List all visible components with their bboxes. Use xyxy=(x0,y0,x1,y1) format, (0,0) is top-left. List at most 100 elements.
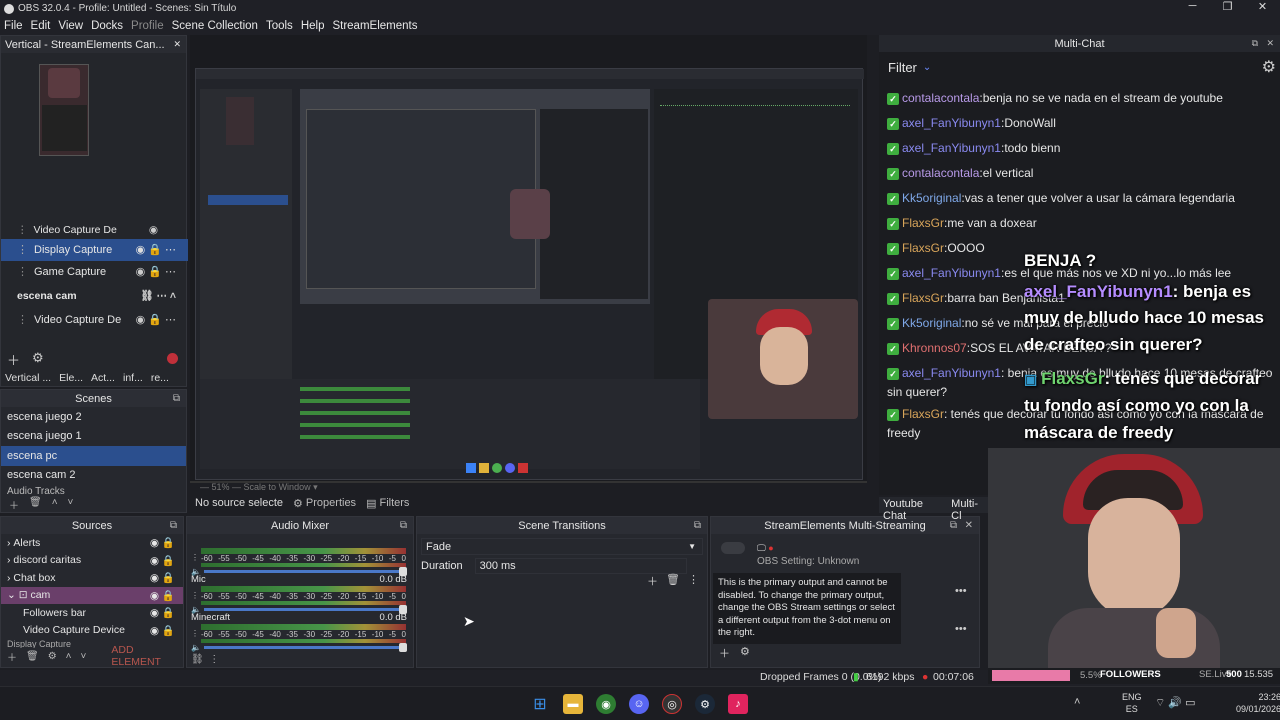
menu-view[interactable]: View xyxy=(54,20,87,32)
remove-icon[interactable]: 🗑 xyxy=(666,573,680,589)
source-item[interactable]: Video Capture Device ◉ 🔒 xyxy=(1,622,183,640)
list-item[interactable]: ⋮ Video Capture De ◉ xyxy=(1,221,188,239)
discord-icon[interactable]: ☺ xyxy=(629,694,649,714)
tab-re[interactable]: re... xyxy=(147,370,173,387)
wifi-icon[interactable]: ⌔ 🔊 ▭ xyxy=(1155,696,1196,710)
add-element-button[interactable]: ADD ELEMENT xyxy=(111,644,183,668)
chevron-up-icon[interactable]: ˄ xyxy=(1074,696,1080,708)
filters-button[interactable]: ▤ Filters xyxy=(366,497,409,510)
gear-icon[interactable]: ⋮ xyxy=(191,591,199,600)
tab-activity[interactable]: Act... xyxy=(87,370,119,387)
menu-docks[interactable]: Docks xyxy=(87,20,127,32)
gear-icon[interactable]: ⋮ xyxy=(191,553,199,562)
menu-streamelements[interactable]: StreamElements xyxy=(328,20,421,32)
chevron-up-icon[interactable]: ˄ xyxy=(66,651,72,662)
eye-icon[interactable]: ◉ 🔒 xyxy=(150,589,175,602)
source-item[interactable]: › Chat box ◉ 🔒 xyxy=(1,569,183,587)
menu-icon[interactable]: ••• xyxy=(955,623,967,635)
list-item[interactable]: escena cam ⛓ ⋯ ˄ xyxy=(1,283,188,309)
file-explorer-icon[interactable]: ▬ xyxy=(563,694,583,714)
chat-username[interactable]: axel_FanYibunyn1 xyxy=(902,111,1001,136)
scene-item[interactable]: escena juego 1 xyxy=(1,427,186,447)
close-icon[interactable]: ✕ xyxy=(1245,0,1280,13)
preview-area[interactable]: — 51% — Scale to Window ▾ xyxy=(190,35,867,492)
link-icon[interactable]: ⛓ ⋯ ˄ xyxy=(140,289,176,302)
tab-info[interactable]: inf... xyxy=(119,370,147,387)
scene-item[interactable]: escena pc xyxy=(1,446,186,466)
source-item[interactable]: Followers bar ◉ 🔒 xyxy=(1,604,183,622)
slider-handle[interactable] xyxy=(398,643,407,652)
add-icon[interactable]: ＋ xyxy=(7,649,17,664)
chat-username[interactable]: Khronnos07 xyxy=(902,336,967,361)
undock-icon[interactable]: ⧉ xyxy=(170,520,177,531)
volume-slider[interactable] xyxy=(203,567,407,576)
obs-icon[interactable]: ◎ xyxy=(662,694,682,714)
gear-icon[interactable]: ⚙ xyxy=(1262,57,1276,77)
chevron-down-icon[interactable]: ˅ xyxy=(68,497,74,512)
gear-icon[interactable]: ⋮ xyxy=(191,629,199,638)
menu-edit[interactable]: Edit xyxy=(27,20,55,32)
properties-button[interactable]: ⚙ Properties xyxy=(293,497,356,510)
chat-username[interactable]: FlaxsGr xyxy=(902,286,944,311)
menu-profile[interactable]: Profile xyxy=(127,20,168,32)
chat-username[interactable]: contalacontala xyxy=(902,86,979,111)
chevron-down-icon[interactable]: ⌄ xyxy=(923,62,931,73)
link-icon[interactable]: ⛓ xyxy=(191,654,204,665)
add-icon[interactable]: ＋ xyxy=(7,350,20,369)
tiktok-icon[interactable]: ♪ xyxy=(728,694,748,714)
menu-help[interactable]: Help xyxy=(297,20,329,32)
clock[interactable]: 23:26 09/01/2026 xyxy=(1236,691,1280,715)
eye-icon[interactable]: ◉ xyxy=(149,224,158,236)
chat-username[interactable]: axel_FanYibunyn1 xyxy=(902,261,1001,286)
volume-slider[interactable] xyxy=(203,605,407,614)
chat-username[interactable]: Kk5original xyxy=(902,186,961,211)
scene-item[interactable]: escena juego 2 xyxy=(1,407,186,427)
scale-mode[interactable]: Scale to Window xyxy=(244,482,311,492)
chat-username[interactable]: FlaxsGr xyxy=(902,407,944,421)
eye-icon[interactable]: ◉ 🔒 xyxy=(150,624,175,637)
source-item-selected[interactable]: ⌄ ⊡ cam ◉ 🔒 xyxy=(1,586,183,604)
transition-select[interactable]: Fade ▼ xyxy=(421,538,703,555)
maximize-icon[interactable]: ❐ xyxy=(1210,0,1245,13)
chat-username[interactable]: contalacontala xyxy=(902,161,979,186)
source-item[interactable]: › Alerts ◉ 🔒 xyxy=(1,534,183,552)
chat-username[interactable]: axel_FanYibunyn1 xyxy=(902,366,1001,380)
eye-icon[interactable]: ◉ 🔒 xyxy=(150,554,175,567)
undock-icon[interactable]: ⧉ xyxy=(1252,38,1258,49)
list-item[interactable]: ⋮ Display Capture ◉ 🔒 ⋯ xyxy=(1,238,188,261)
eye-icon[interactable]: ◉ 🔒 ⋯ xyxy=(136,265,176,278)
chevron-up-icon[interactable]: ˄ xyxy=(52,497,58,512)
add-icon[interactable]: ＋ xyxy=(647,573,658,589)
add-icon[interactable]: ＋ xyxy=(9,497,19,512)
scene-item[interactable]: Audio Tracks xyxy=(1,485,186,497)
toggle-switch[interactable] xyxy=(721,542,745,554)
close-icon[interactable]: ✕ xyxy=(173,39,181,50)
chat-username[interactable]: Kk5original xyxy=(902,311,961,336)
speaker-icon[interactable]: 🔈 xyxy=(191,643,201,652)
volume-slider[interactable] xyxy=(203,643,407,652)
source-item[interactable]: › discord caritas ◉ 🔒 xyxy=(1,552,183,570)
chevron-down-icon[interactable]: ˅ xyxy=(81,651,87,662)
filter-label[interactable]: Filter xyxy=(888,60,917,75)
list-item[interactable]: ⋮ Game Capture ◉ 🔒 ⋯ xyxy=(1,261,188,283)
remove-icon[interactable]: 🗑 xyxy=(29,497,42,512)
close-icon[interactable]: ✕ xyxy=(965,520,973,531)
tab-vertical[interactable]: Vertical ... xyxy=(1,370,55,387)
gear-icon[interactable]: ⚙ xyxy=(740,645,750,661)
menu-icon[interactable]: ⋮ xyxy=(209,654,219,665)
close-icon[interactable]: ✕ xyxy=(1266,38,1274,49)
menu-tools[interactable]: Tools xyxy=(262,20,297,32)
zoom-value[interactable]: 51% xyxy=(212,482,230,492)
eye-icon[interactable]: ◉ 🔒 xyxy=(150,606,175,619)
chat-username[interactable]: axel_FanYibunyn1 xyxy=(902,136,1001,161)
gear-icon[interactable]: ⚙ xyxy=(32,350,44,369)
windows-start-icon[interactable]: ⊞ xyxy=(530,694,550,714)
steam-icon[interactable]: ⚙ xyxy=(695,694,715,714)
menu-file[interactable]: File xyxy=(0,20,27,32)
scene-item[interactable]: escena cam 2 xyxy=(1,466,186,486)
duration-input[interactable]: 300 ms xyxy=(474,558,687,574)
remove-icon[interactable]: 🗑 xyxy=(26,651,39,662)
add-icon[interactable]: ＋ xyxy=(719,645,730,661)
undock-icon[interactable]: ⧉ xyxy=(173,393,180,404)
minimize-icon[interactable]: ─ xyxy=(1175,0,1210,13)
